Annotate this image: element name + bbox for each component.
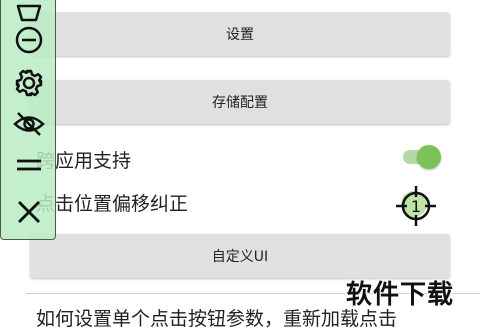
help-text: 如何设置单个点击按钮参数，重新加载点击 <box>36 308 398 330</box>
watermark-text: 软件下载 <box>346 280 455 310</box>
floating-toolbar[interactable] <box>0 0 56 240</box>
cross-app-toggle[interactable] <box>417 145 441 169</box>
settings-button[interactable]: 设置 <box>30 12 450 56</box>
gear-icon[interactable] <box>9 66 49 100</box>
custom-ui-button[interactable]: 自定义UI <box>30 234 450 278</box>
click-offset-correction-label: 点击位置偏移纠正 <box>36 193 189 215</box>
eye-off-icon[interactable] <box>9 107 49 141</box>
drag-handle-icon[interactable] <box>9 148 49 182</box>
settings-button-label: 设置 <box>226 27 254 43</box>
storage-config-button[interactable]: 存储配置 <box>30 80 450 124</box>
click-target-icon[interactable]: 1 <box>392 182 440 230</box>
close-icon[interactable] <box>9 195 49 229</box>
minus-circle-icon[interactable] <box>9 23 49 57</box>
target-number: 1 <box>411 197 421 216</box>
storage-config-button-label: 存储配置 <box>212 95 268 111</box>
custom-ui-button-label: 自定义UI <box>211 249 269 265</box>
